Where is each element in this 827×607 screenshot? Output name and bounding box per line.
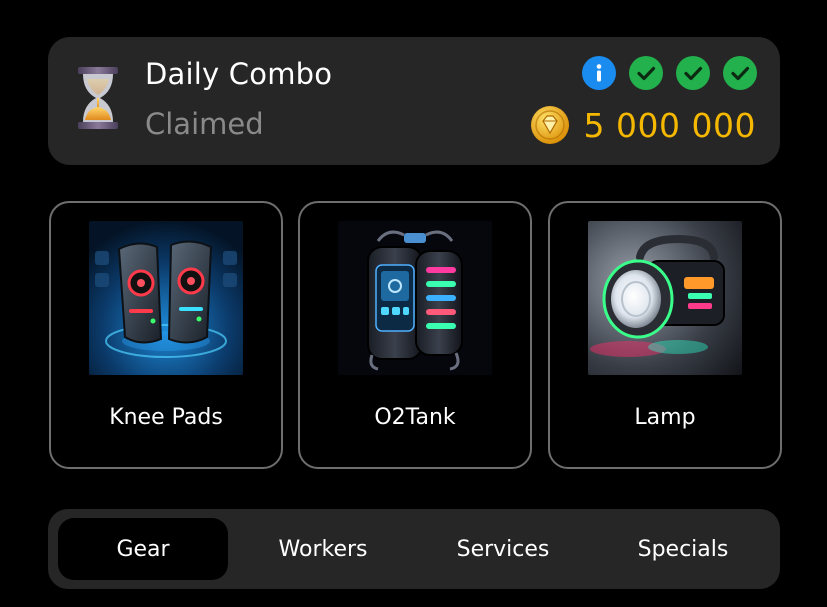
check-icon	[629, 56, 663, 90]
combo-status: Claimed	[145, 107, 264, 141]
check-icon	[723, 56, 757, 90]
combo-progress-badges	[582, 56, 757, 90]
card-knee-pads[interactable]: Knee Pads	[49, 201, 283, 469]
reward-amount: 5 000 000	[583, 105, 756, 145]
tab-workers[interactable]: Workers	[238, 518, 408, 580]
combo-title: Daily Combo	[145, 57, 333, 91]
reward: 5 000 000	[530, 105, 756, 145]
knee-pads-image	[89, 221, 243, 375]
card-label: O2Tank	[374, 405, 456, 430]
hourglass-icon	[78, 67, 118, 129]
coin-icon	[530, 106, 569, 144]
info-icon[interactable]	[582, 56, 616, 90]
lamp-image	[588, 221, 742, 375]
oxygen-tank-image	[338, 221, 492, 375]
tab-services[interactable]: Services	[418, 518, 588, 580]
tab-specials[interactable]: Specials	[598, 518, 768, 580]
category-tab-bar: Gear Workers Services Specials	[48, 509, 780, 589]
card-label: Lamp	[634, 405, 696, 430]
check-icon	[676, 56, 710, 90]
card-lamp[interactable]: Lamp	[548, 201, 782, 469]
tab-gear[interactable]: Gear	[58, 518, 228, 580]
daily-combo-panel: Daily Combo Claimed 5 000 000	[48, 37, 780, 165]
card-label: Knee Pads	[109, 405, 223, 430]
card-o2tank[interactable]: O2Tank	[298, 201, 532, 469]
